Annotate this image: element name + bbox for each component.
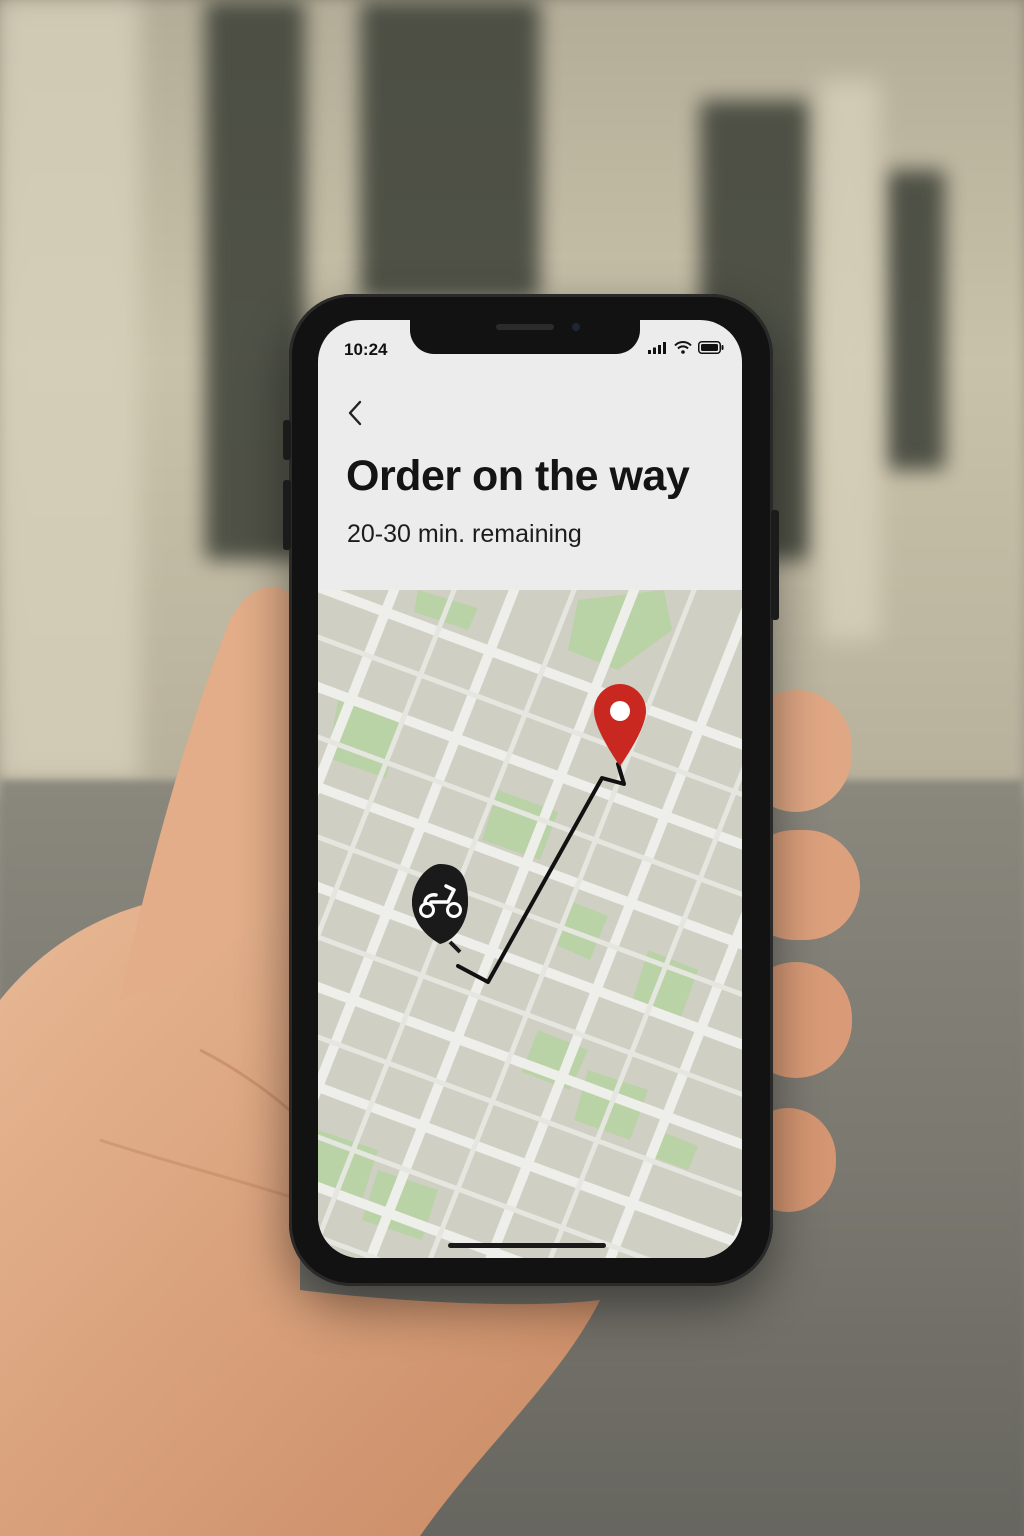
wifi-icon	[674, 341, 692, 354]
eta-text: 20-30 min. remaining	[347, 520, 582, 548]
front-camera	[572, 323, 580, 331]
volume-button	[283, 420, 291, 460]
delivery-map[interactable]	[318, 590, 742, 1258]
battery-icon	[698, 341, 724, 354]
notch	[410, 320, 640, 354]
power-button	[771, 510, 779, 620]
status-icons	[648, 341, 724, 354]
phone-screen: 10:24 Order on the way 20-30 min. remain…	[318, 320, 742, 1258]
signal-icon	[648, 341, 666, 354]
volume-button	[283, 480, 291, 550]
page-title: Order on the way	[346, 452, 690, 500]
earpiece-speaker	[496, 324, 554, 330]
chevron-left-icon	[348, 400, 362, 426]
back-button[interactable]	[340, 398, 370, 428]
status-time: 10:24	[344, 340, 388, 359]
home-indicator[interactable]	[448, 1243, 606, 1248]
